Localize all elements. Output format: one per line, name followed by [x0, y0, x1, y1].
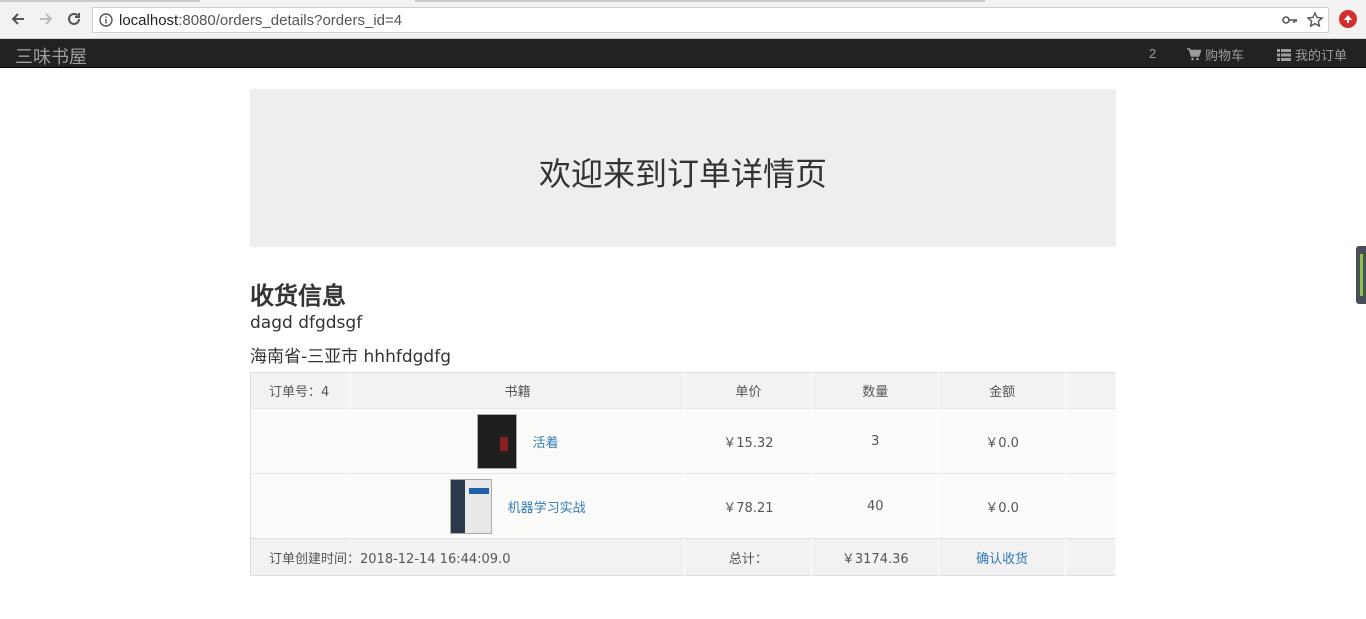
- nav-orders-link[interactable]: 我的订单: [1277, 45, 1347, 64]
- price-cell: ￥15.32: [684, 408, 813, 474]
- amount-column-header: 金额: [938, 372, 1067, 409]
- order-header-row: 订单号：4 书籍 单价 数量 金额: [250, 372, 1116, 409]
- site-navbar: 三味书屋 2 购物车 我的订单: [0, 39, 1366, 68]
- url-text[interactable]: localhost:8080/orders_details?orders_id=…: [119, 12, 402, 29]
- book-column-header: 书籍: [350, 372, 686, 409]
- header-spacer: [1065, 372, 1116, 409]
- url-host: localhost: [119, 12, 179, 29]
- star-icon[interactable]: [1306, 11, 1324, 34]
- row-spacer: [1065, 408, 1116, 474]
- shipping-address: 海南省-三亚市 hhhfdgdfg: [250, 347, 451, 367]
- order-table: 订单号：4 书籍 单价 数量 金额 活着 ￥15.32 3 ￥0.0 机器学习实…: [250, 372, 1116, 576]
- page-title: 欢迎来到订单详情页: [538, 155, 827, 193]
- side-widget-handle[interactable]: [1356, 246, 1366, 304]
- nav-cart-link[interactable]: 购物车: [1187, 45, 1244, 64]
- tab-strip: [0, 0, 1366, 3]
- info-icon[interactable]: [99, 13, 113, 32]
- order-created-time: 订单创建时间：2018-12-14 16:44:09.0: [250, 538, 686, 576]
- row-spacer: [250, 408, 351, 474]
- book-cell: 机器学习实战: [350, 473, 686, 539]
- row-spacer: [1065, 473, 1116, 539]
- table-row: 机器学习实战 ￥78.21 40 ￥0.0: [250, 473, 1116, 539]
- address-bar[interactable]: localhost:8080/orders_details?orders_id=…: [92, 7, 1329, 33]
- book-cover-image[interactable]: [449, 478, 492, 534]
- book-title-link[interactable]: 机器学习实战: [508, 497, 586, 516]
- cart-count[interactable]: 2: [1149, 46, 1156, 61]
- jumbotron: 欢迎来到订单详情页: [250, 89, 1116, 247]
- total-value: ￥3174.36: [811, 538, 940, 576]
- book-cell: 活着: [350, 408, 686, 474]
- reload-icon: [68, 12, 80, 25]
- footer-spacer: [1065, 538, 1116, 576]
- list-icon: [1277, 48, 1291, 61]
- extension-icon[interactable]: [1339, 10, 1357, 28]
- shipping-heading: 收货信息: [250, 282, 346, 310]
- amount-cell: ￥0.0: [938, 473, 1067, 539]
- total-label: 总计：: [684, 538, 813, 576]
- key-icon[interactable]: [1282, 13, 1298, 32]
- arrow-left-icon: [11, 13, 24, 25]
- order-number: 订单号：4: [250, 372, 351, 409]
- brand-logo[interactable]: 三味书屋: [15, 43, 87, 69]
- amount-cell: ￥0.0: [938, 408, 1067, 474]
- qty-column-header: 数量: [811, 372, 940, 409]
- book-title-link[interactable]: 活着: [533, 432, 559, 451]
- cart-icon: [1187, 48, 1201, 61]
- reload-button[interactable]: [64, 9, 84, 29]
- qty-cell: 3: [811, 408, 940, 474]
- arrow-right-icon: [40, 13, 53, 25]
- nav-orders-label: 我的订单: [1295, 49, 1348, 64]
- shipping-name: dagd dfgdsgf: [250, 313, 363, 333]
- confirm-receipt-link[interactable]: 确认收货: [976, 552, 1028, 567]
- back-button[interactable]: [8, 9, 28, 29]
- price-column-header: 单价: [684, 372, 813, 409]
- forward-button[interactable]: [36, 9, 56, 29]
- qty-cell: 40: [811, 473, 940, 539]
- book-cover-image[interactable]: [476, 413, 517, 469]
- row-spacer: [250, 473, 351, 539]
- browser-toolbar: localhost:8080/orders_details?orders_id=…: [0, 0, 1366, 39]
- nav-cart-label: 购物车: [1205, 49, 1245, 64]
- table-row: 活着 ￥15.32 3 ￥0.0: [250, 408, 1116, 474]
- order-footer-row: 订单创建时间：2018-12-14 16:44:09.0 总计： ￥3174.3…: [250, 538, 1116, 576]
- url-path: :8080/orders_details?orders_id=4: [178, 12, 403, 29]
- confirm-cell: 确认收货: [938, 538, 1067, 576]
- price-cell: ￥78.21: [684, 473, 813, 539]
